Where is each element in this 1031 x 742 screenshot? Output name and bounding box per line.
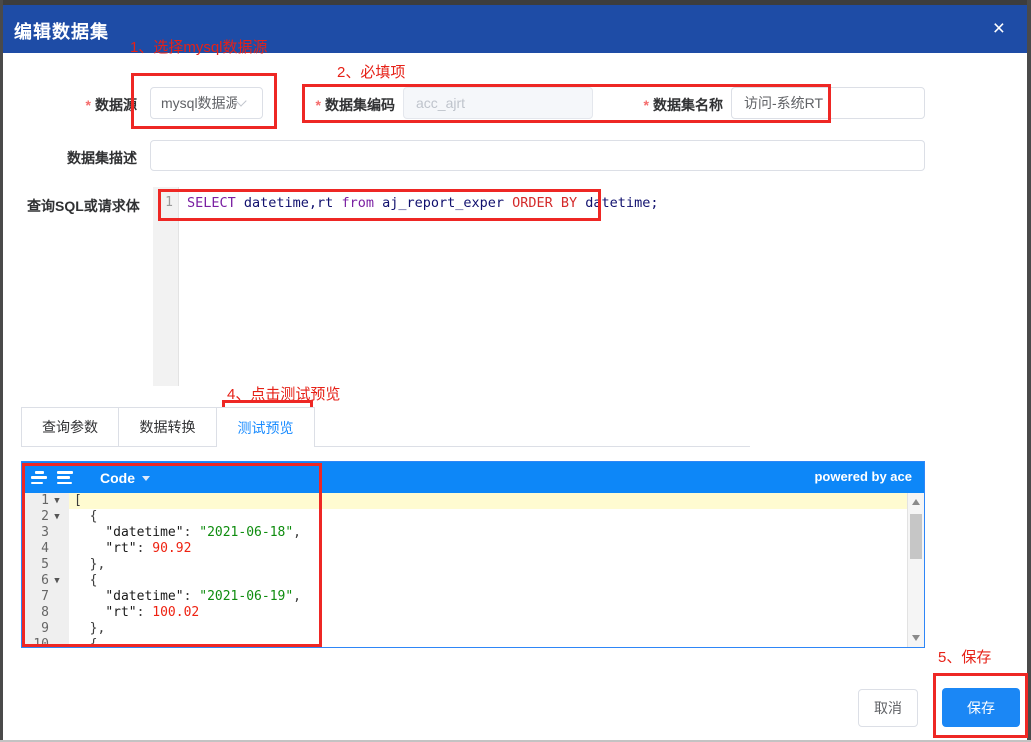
json-result-line: 7 "datetime": "2021-06-19", [22, 589, 907, 605]
tab-bar: 查询参数 数据转换 测试预览 [21, 407, 750, 447]
dataset-name-label: *数据集名称 [630, 95, 723, 115]
result-json-editor: Code powered by ace 1▼[2▼ {3 "datetime":… [21, 461, 925, 648]
edit-dataset-dialog: 编辑数据集 × 1、选择mysql数据源 2、必填项 3、填写查询SQL 4、点… [0, 0, 1031, 742]
window-edge-right [1027, 0, 1031, 742]
required-mark: * [316, 97, 321, 113]
required-mark: * [86, 97, 91, 113]
json-result-line: 4 "rt": 90.92 [22, 541, 907, 557]
json-result-lines: 1▼[2▼ {3 "datetime": "2021-06-18",4 "rt"… [22, 493, 907, 647]
dataset-desc-label: 数据集描述 [27, 148, 137, 168]
caret-down-icon [142, 476, 150, 481]
json-result-line: 3 "datetime": "2021-06-18", [22, 525, 907, 541]
dataset-code-input[interactable] [403, 87, 593, 119]
json-result-line: 5 }, [22, 557, 907, 573]
dialog-title: 编辑数据集 [14, 18, 109, 44]
scrollbar-thumb[interactable] [910, 514, 922, 559]
datasource-select-value: mysql数据源 [161, 93, 237, 113]
editor-mode-label: Code [100, 470, 135, 486]
annotation-step1: 1、选择mysql数据源 [130, 36, 268, 57]
dataset-name-input[interactable] [731, 87, 925, 119]
datasource-label: *数据源 [27, 95, 137, 115]
chevron-down-icon [235, 95, 246, 106]
tab-test-preview[interactable]: 测试预览 [217, 407, 315, 447]
json-result-line: 1▼[ [22, 493, 907, 509]
format-json-icon[interactable] [31, 471, 48, 484]
powered-by-ace-label: powered by ace [814, 469, 912, 484]
json-result-line: 2▼ { [22, 509, 907, 525]
scroll-down-icon[interactable] [908, 630, 924, 646]
json-result-line: 10 { [22, 637, 907, 647]
dataset-desc-input[interactable] [150, 140, 925, 171]
scroll-up-icon[interactable] [908, 494, 924, 510]
annotation-step2: 2、必填项 [337, 61, 405, 82]
json-result-line: 6▼ { [22, 573, 907, 589]
annotation-step5: 5、保存 [938, 646, 991, 667]
json-editor-body[interactable]: 1▼[2▼ {3 "datetime": "2021-06-18",4 "rt"… [22, 493, 924, 647]
datasource-select[interactable]: mysql数据源 [150, 87, 263, 119]
close-icon[interactable]: × [993, 16, 1005, 42]
annotation-step4: 4、点击测试预览 [227, 383, 340, 404]
compact-json-icon[interactable] [57, 471, 74, 484]
json-result-line: 9 }, [22, 621, 907, 637]
sql-query-text: SELECT datetime,rt from aj_report_exper … [187, 195, 658, 211]
required-mark: * [644, 97, 649, 113]
tab-query-params[interactable]: 查询参数 [21, 407, 119, 446]
sql-editor-gutter: 1 [153, 187, 179, 386]
json-editor-toolbar: Code powered by ace [22, 462, 924, 493]
cancel-button[interactable]: 取消 [858, 689, 918, 727]
vertical-scrollbar[interactable] [907, 493, 924, 647]
save-button[interactable]: 保存 [942, 688, 1020, 727]
sql-editor[interactable]: 1 SELECT datetime,rt from aj_report_expe… [150, 187, 925, 386]
sql-line-number: 1 [165, 195, 173, 210]
tab-data-transform[interactable]: 数据转换 [119, 407, 217, 446]
sql-label: 查询SQL或请求体 [27, 196, 137, 216]
dataset-code-label: *数据集编码 [302, 95, 395, 115]
json-result-line: 8 "rt": 100.02 [22, 605, 907, 621]
editor-mode-dropdown[interactable]: Code [100, 470, 150, 486]
window-edge-left [0, 0, 3, 742]
